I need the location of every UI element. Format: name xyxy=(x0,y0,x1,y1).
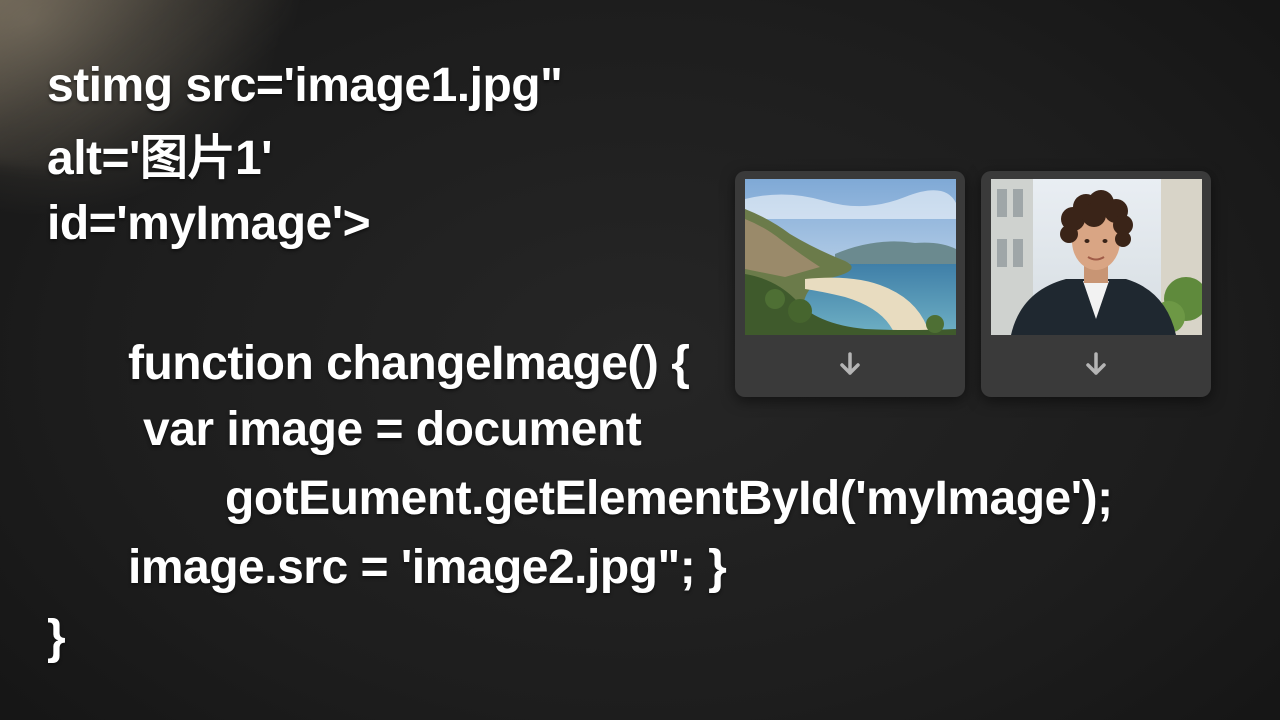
code-line: alt='图片1' xyxy=(47,132,273,185)
download-arrow-icon xyxy=(1086,352,1106,375)
code-line: id='myImage'> xyxy=(47,197,371,250)
image-card-portrait xyxy=(981,171,1211,397)
beach-image[interactable] xyxy=(745,179,956,335)
code-line: function changeImage() { xyxy=(128,337,690,390)
code-line: var image = document xyxy=(143,403,642,456)
download-arrow-icon xyxy=(840,352,860,375)
download-button[interactable] xyxy=(981,343,1211,387)
code-line: image.src = 'image2.jpg"; } xyxy=(128,541,727,594)
download-button[interactable] xyxy=(735,343,965,387)
portrait-image[interactable] xyxy=(991,179,1202,335)
image-card-beach xyxy=(735,171,965,397)
code-line: gotEument.getElementById('myImage'); xyxy=(225,472,1113,525)
code-line: } xyxy=(47,611,66,664)
code-line: stimg src='image1.jpg" xyxy=(47,59,563,112)
